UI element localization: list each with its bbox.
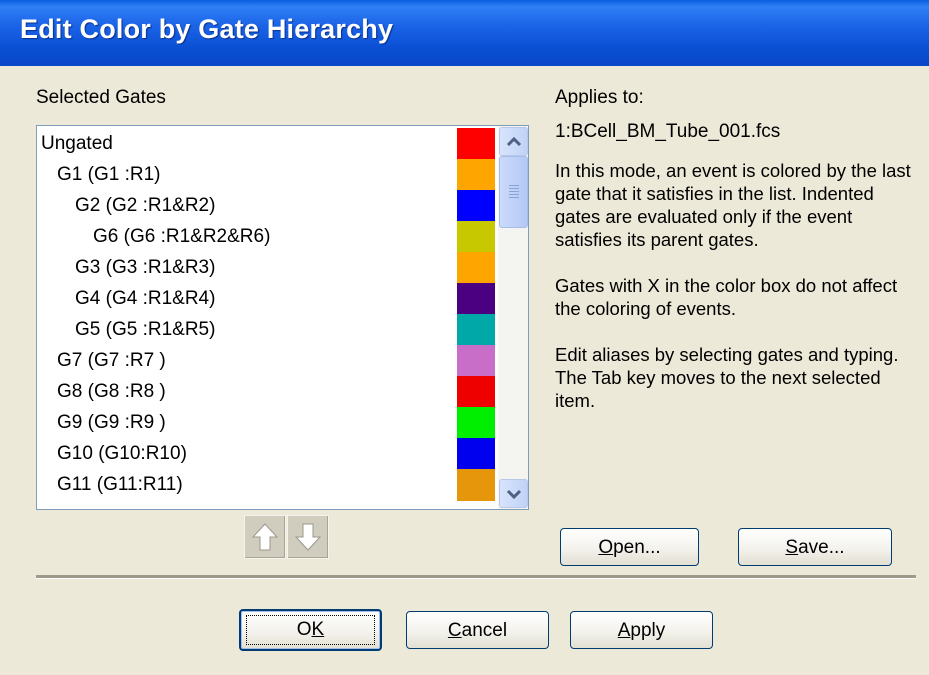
gate-color-swatch[interactable] — [457, 376, 495, 408]
scroll-up-button[interactable] — [499, 127, 528, 156]
gate-color-swatch[interactable] — [457, 159, 495, 191]
gate-color-swatch[interactable] — [457, 128, 495, 160]
gate-color-swatch[interactable] — [457, 314, 495, 346]
selected-gates-list[interactable]: Ungated G1 (G1 :R1) G2 (G2 :R1&R2) G6 (G6 :… — [36, 125, 529, 510]
scroll-down-button[interactable] — [499, 479, 528, 508]
separator — [36, 575, 916, 579]
gate-row[interactable]: G8 (G8 :R8 ) — [37, 376, 475, 408]
gate-row[interactable]: G2 (G2 :R1&R2) — [37, 190, 493, 222]
gate-row[interactable]: G6 (G6 :R1&R2&R6) — [37, 221, 511, 253]
gate-row[interactable]: G9 (G9 :R9 ) — [37, 407, 475, 439]
title-bar[interactable]: Edit Color by Gate Hierarchy — [0, 0, 929, 66]
gate-row[interactable]: Ungated — [37, 128, 459, 160]
applies-to-label: Applies to: — [555, 87, 644, 108]
arrow-down-icon — [294, 523, 322, 551]
scroll-thumb[interactable] — [499, 156, 528, 228]
arrow-up-icon — [251, 523, 279, 551]
gate-color-swatch[interactable] — [457, 345, 495, 377]
chevron-down-icon — [506, 489, 522, 500]
gate-color-swatch[interactable] — [457, 190, 495, 222]
gate-color-swatch[interactable] — [457, 438, 495, 470]
apply-button[interactable]: Apply — [570, 611, 713, 649]
gate-row[interactable]: G5 (G5 :R1&R5) — [37, 314, 493, 346]
gate-row[interactable]: G4 (G4 :R1&R4) — [37, 283, 493, 315]
selected-gates-label: Selected Gates — [36, 87, 166, 108]
help-paragraph-1: In this mode, an event is colored by the… — [555, 160, 911, 250]
window-title: Edit Color by Gate Hierarchy — [20, 14, 394, 44]
applies-to-file: 1:BCell_BM_Tube_001.fcs — [555, 121, 781, 142]
chevron-up-icon — [506, 136, 522, 147]
gate-row[interactable]: G7 (G7 :R7 ) — [37, 345, 475, 377]
help-paragraph-2: Gates with X in the color box do not aff… — [555, 275, 898, 319]
gate-color-swatch[interactable] — [457, 407, 495, 439]
edit-color-dialog: Edit Color by Gate Hierarchy Selected Ga… — [0, 0, 929, 675]
cancel-button[interactable]: Cancel — [406, 611, 549, 649]
ok-button[interactable]: OK — [239, 609, 382, 651]
gate-color-swatch[interactable] — [457, 283, 495, 315]
help-text: In this mode, an event is colored by the… — [555, 159, 915, 435]
gate-color-swatch[interactable] — [457, 469, 495, 501]
vertical-scrollbar[interactable] — [498, 126, 528, 509]
help-paragraph-3: Edit aliases by selecting gates and typi… — [555, 344, 899, 411]
move-down-button[interactable] — [287, 515, 329, 559]
gate-color-swatch[interactable] — [457, 252, 495, 284]
move-up-button[interactable] — [244, 515, 286, 559]
gate-row[interactable]: G11 (G11:R11) — [37, 469, 475, 501]
gate-row[interactable]: G1 (G1 :R1) — [37, 159, 475, 191]
gate-row[interactable]: G3 (G3 :R1&R3) — [37, 252, 493, 284]
save-button[interactable]: Save... — [738, 528, 892, 566]
gate-row[interactable]: G10 (G10:R10) — [37, 438, 475, 470]
open-button[interactable]: Open... — [560, 528, 699, 566]
gate-color-swatch[interactable] — [457, 221, 495, 253]
